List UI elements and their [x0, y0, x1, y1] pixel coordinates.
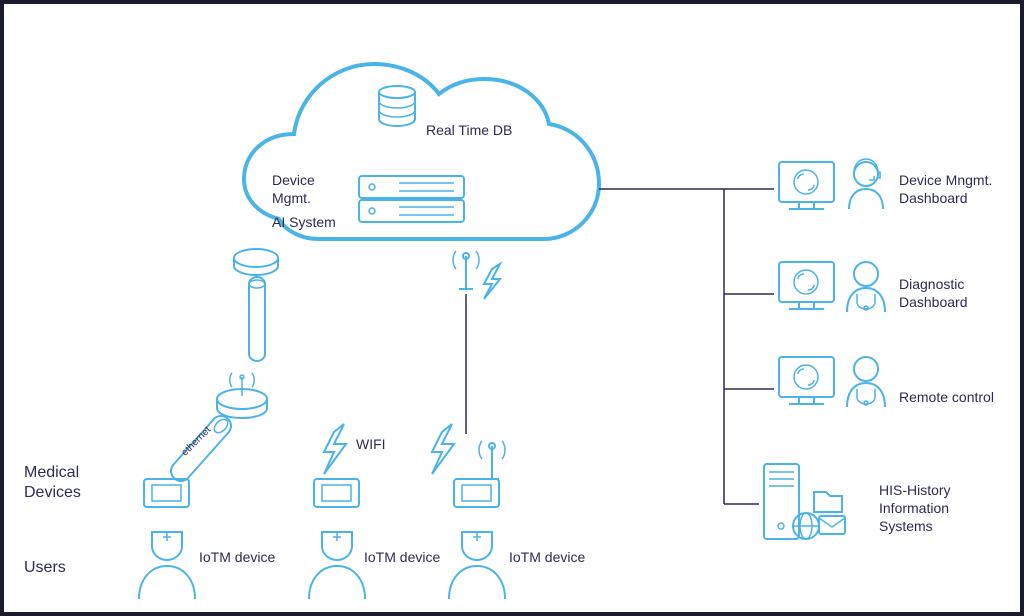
pipe-top-icon [249, 277, 265, 361]
cloud-icon [244, 64, 599, 239]
doctor-icon-1 [847, 262, 885, 312]
his-label-1: HIS-History [879, 482, 951, 498]
connector-cloud-right [599, 189, 774, 504]
monitor-icon-1 [779, 162, 834, 209]
device-mgmt-label-2: Mgmt. [272, 190, 311, 206]
wifi-label: WIFI [356, 436, 386, 452]
device-mgmt-dash-1: Device Mngmt. [899, 172, 992, 188]
remote-control-label: Remote control [899, 389, 994, 405]
real-time-db-label: Real Time DB [426, 122, 512, 138]
iotm-device-3-icon [454, 479, 499, 507]
diagram-svg [4, 4, 1020, 612]
iotm-label-2: IoTM device [364, 549, 440, 565]
bolt-cloud-icon [484, 264, 500, 299]
ai-system-label: AI System [272, 214, 336, 230]
device-mgmt-label-1: Device [272, 172, 315, 188]
diagnostic-dash-2: Dashboard [899, 294, 968, 310]
globe-icon [793, 513, 819, 539]
diagram-canvas: Real Time DB Device Mgmt. AI System Medi… [4, 4, 1020, 612]
medical-devices-label-1: Medical [24, 464, 79, 482]
iotm-label-1: IoTM device [199, 549, 275, 565]
nurse-icon-3 [449, 532, 505, 599]
diagnostic-dash-1: Diagnostic [899, 276, 964, 292]
folder-icon [814, 492, 842, 512]
server-icon [359, 176, 464, 222]
device-mgmt-dash-2: Dashboard [899, 190, 968, 206]
bolt-bottom-icon [432, 424, 454, 474]
support-person-icon [849, 159, 883, 209]
router-mid-icon [217, 373, 267, 418]
bolt-wifi-icon [324, 424, 346, 474]
envelope-icon [819, 516, 845, 534]
router-top-icon [234, 249, 278, 275]
iotm-label-3: IoTM device [509, 549, 585, 565]
antenna-bottom-icon [479, 441, 505, 479]
nurse-icon-2 [309, 532, 365, 599]
monitor-icon-3 [779, 357, 834, 404]
medical-devices-label-2: Devices [24, 484, 81, 502]
database-icon [379, 86, 415, 126]
nurse-icon-1 [139, 532, 195, 599]
antenna-cloud-icon [453, 251, 479, 289]
users-label: Users [24, 559, 66, 577]
iotm-device-2-icon [314, 479, 359, 507]
his-label-2: Information [879, 500, 949, 516]
his-label-3: Systems [879, 518, 933, 534]
doctor-icon-2 [847, 357, 885, 407]
iotm-device-1-icon [144, 479, 189, 507]
monitor-icon-2 [779, 262, 834, 309]
